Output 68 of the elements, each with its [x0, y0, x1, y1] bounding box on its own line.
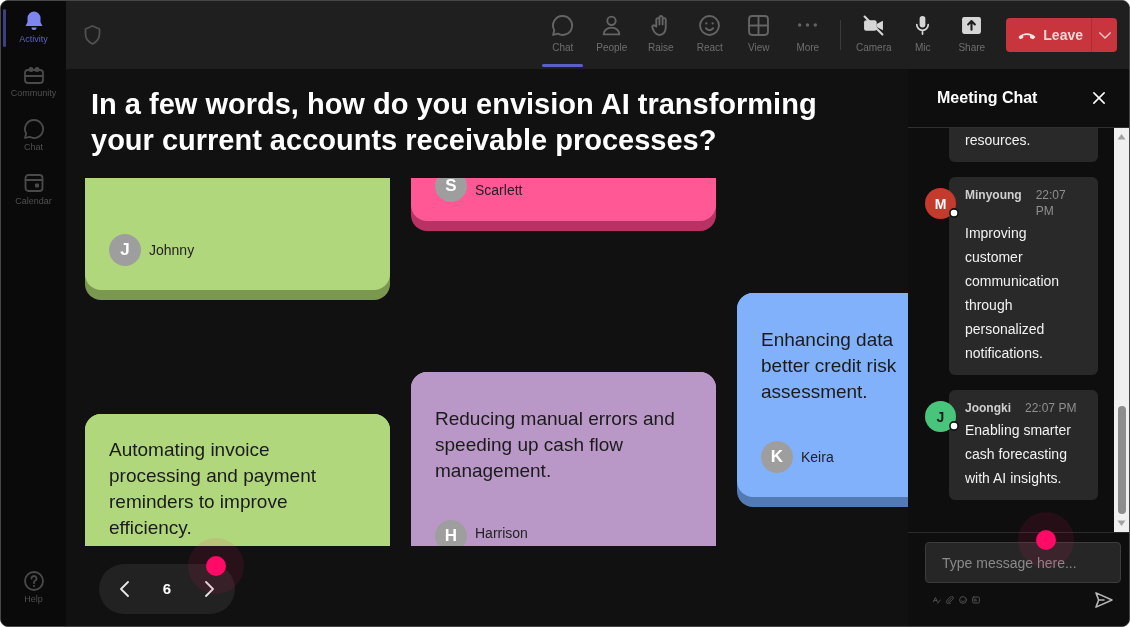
toolbar-button[interactable]: Share: [947, 1, 997, 69]
leave-options-button[interactable]: [1091, 18, 1117, 52]
avatar: K: [761, 441, 793, 473]
question-title: In a few words, how do you envision AI transforming your current accounts receivable processes?: [91, 87, 818, 158]
toolbar-button[interactable]: More: [783, 1, 833, 69]
sticker-icon[interactable]: [972, 596, 980, 604]
smiley-icon[interactable]: [959, 596, 967, 604]
group-icon: [23, 65, 44, 85]
status-dot-icon: [949, 208, 959, 218]
share-screen-icon: [961, 15, 983, 36]
message-text: resources.: [965, 131, 1032, 150]
help-icon: [23, 571, 44, 591]
chat-title: Meeting Chat: [937, 88, 1038, 108]
page-number: 6: [161, 580, 173, 598]
caret-icon: [1098, 31, 1111, 39]
chevron-left-icon[interactable]: [120, 581, 130, 597]
scroll-up-icon[interactable]: [1117, 133, 1126, 140]
help-button[interactable]: Help: [1, 561, 66, 615]
person-icon: [601, 15, 623, 36]
bell-icon: [23, 11, 44, 31]
leave-button[interactable]: Leave: [1006, 18, 1091, 52]
chat-bubble-icon: [552, 15, 574, 36]
smiley-icon: [699, 15, 721, 36]
author-name: Scarlett: [475, 182, 523, 198]
grid-icon: [748, 15, 770, 36]
author-name: Harrison: [475, 525, 528, 541]
toolbar-button[interactable]: Mic: [898, 1, 948, 69]
author-name: Johnny: [149, 242, 195, 258]
sidebar-item[interactable]: Chat: [1, 109, 66, 163]
sidebar-item[interactable]: Calendar: [1, 163, 66, 217]
scroll-down-icon[interactable]: [1117, 520, 1126, 527]
note-text: Reducing manual errors and speeding up cash flow management.: [435, 407, 676, 483]
scrollbar-thumb[interactable]: [1117, 406, 1126, 514]
message-input[interactable]: Type message here...: [925, 542, 1121, 583]
camera-off-icon: [863, 15, 885, 36]
sidebar-item[interactable]: Community: [1, 55, 66, 109]
toolbar-button[interactable]: React: [685, 1, 735, 69]
pointer-dot-icon: [188, 538, 244, 594]
note-text: Enhancing data better credit risk assessment.: [761, 328, 898, 404]
close-icon[interactable]: [1093, 92, 1105, 104]
more-icon: [798, 23, 818, 27]
toolbar-button[interactable]: Camera: [849, 1, 899, 69]
note-text: Automating invoice processing and payment reminders to improve efficiency.: [109, 438, 317, 540]
sidebar-item[interactable]: Activity: [1, 1, 66, 55]
chat-bubble-icon: [23, 119, 44, 139]
toolbar-button[interactable]: Raise: [636, 1, 686, 69]
sender-name: Joongki: [965, 400, 1011, 416]
sender-name: Minyoung: [965, 187, 1022, 203]
toolbar-button[interactable]: Chat: [538, 1, 588, 69]
chevron-right-icon[interactable]: [204, 581, 214, 597]
message-time: 22:07 PM: [1035, 187, 1067, 219]
status-dot-icon: [949, 421, 959, 431]
avatar: S: [435, 178, 467, 202]
toolbar-button[interactable]: View: [734, 1, 784, 69]
avatar: H: [435, 520, 467, 546]
calendar-icon: [23, 173, 44, 193]
scrollbar-track[interactable]: [1114, 128, 1129, 532]
message-time: 22:07 PM: [1025, 400, 1077, 416]
author-name: Keira: [801, 449, 834, 465]
paperclip-icon[interactable]: [946, 596, 954, 604]
send-icon[interactable]: [1095, 592, 1113, 608]
toolbar-button[interactable]: People: [587, 1, 637, 69]
message-text: Improving customer communication through personalized notifications.: [965, 224, 1061, 363]
avatar: J: [109, 234, 141, 266]
shield-icon: [84, 25, 101, 45]
phone-icon: [1018, 30, 1037, 40]
message-text: Enabling smarter cash forecasting with AI insights.: [965, 421, 1072, 488]
text-format-icon[interactable]: [933, 596, 941, 604]
